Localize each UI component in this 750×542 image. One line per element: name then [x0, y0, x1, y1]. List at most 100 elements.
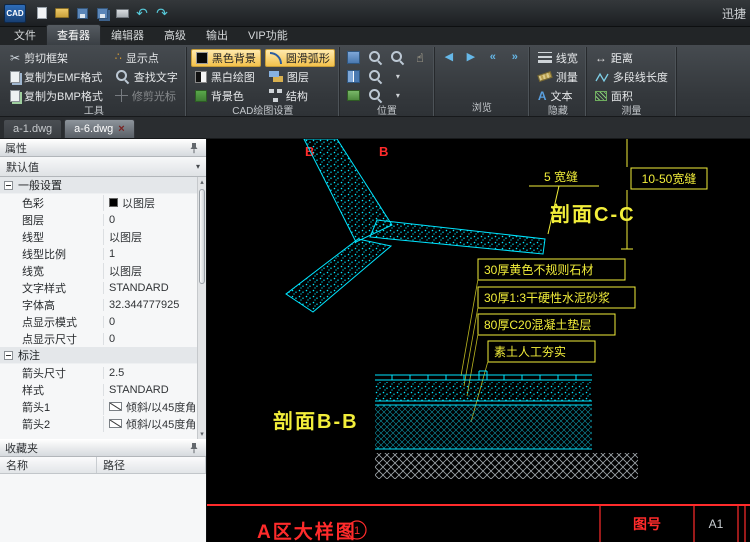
copy-bmp-button[interactable]: 复制为BMP格式 — [6, 87, 107, 105]
measure-toggle-button[interactable]: 测量 — [534, 68, 582, 86]
document-tabs: a-1.dwg a-6.dwg× — [0, 117, 750, 139]
property-row-linetype[interactable]: 线型以图层 — [0, 228, 197, 245]
collapse-icon[interactable] — [4, 181, 13, 190]
area-button[interactable]: 面积 — [591, 87, 637, 105]
zoom-out-button[interactable] — [366, 68, 386, 86]
ribbon-group-measure: ↔距离 多段线长度 面积 测量 — [587, 47, 677, 116]
new-file-button[interactable] — [32, 3, 52, 23]
menu-tab-editor[interactable]: 编辑器 — [101, 25, 154, 45]
zoom-in-button[interactable] — [366, 49, 386, 67]
property-row-ltscale[interactable]: 线型比例1 — [0, 245, 197, 262]
detail-number: 1 — [354, 525, 360, 537]
property-section-general[interactable]: 一般设置 — [0, 177, 197, 194]
collapse-icon[interactable] — [4, 351, 13, 360]
view-options-button[interactable]: ▾ — [388, 87, 408, 105]
viewports-button[interactable] — [344, 49, 364, 67]
show-points-button[interactable]: ∴显示点 — [111, 49, 182, 67]
zoom-window-button[interactable] — [388, 49, 408, 67]
zoom-window-icon — [390, 50, 405, 65]
drawing-title-label: A区大样图 — [257, 520, 357, 542]
text-toggle-button[interactable]: A文本 — [534, 87, 577, 105]
first-view-button[interactable]: « — [483, 49, 503, 67]
preset-dropdown[interactable]: 默认值 ▾ — [0, 157, 206, 177]
doc-tab-a1[interactable]: a-1.dwg — [3, 119, 62, 138]
black-background-button[interactable]: 黑色背景 — [191, 49, 261, 67]
favorites-list[interactable] — [0, 474, 206, 542]
copy-bmp-icon — [10, 90, 20, 102]
menu-tab-output[interactable]: 输出 — [196, 25, 238, 45]
redo-icon: ↷ — [156, 6, 168, 20]
save-all-button[interactable] — [92, 3, 112, 23]
print-icon — [116, 9, 129, 18]
cut-frame-button[interactable]: ✂剪切框架 — [6, 49, 107, 67]
menu-tab-file[interactable]: 文件 — [4, 25, 46, 45]
distance-button[interactable]: ↔距离 — [591, 49, 637, 67]
menu-tab-advanced[interactable]: 高级 — [154, 25, 196, 45]
pin-icon[interactable] — [187, 141, 201, 155]
property-row-pdsize[interactable]: 点显示尺寸0 — [0, 330, 197, 347]
property-row-textstyle[interactable]: 文字样式STANDARD — [0, 279, 197, 296]
open-file-button[interactable] — [52, 3, 72, 23]
polyline-length-button[interactable]: 多段线长度 — [591, 68, 672, 86]
property-row-pdmode[interactable]: 点显示模式0 — [0, 313, 197, 330]
cad-drawing: B B 10-50宽缝 5 宽缝 剖面C-C 30厚黄色不规则石材 30厚1:3… — [207, 139, 750, 542]
area-icon — [595, 91, 607, 101]
titleblock-tuhao-label: 图号 — [633, 516, 661, 532]
preset-value: 默认值 — [6, 159, 39, 175]
app-logo-text: CAD — [6, 9, 23, 18]
property-row-arrow1[interactable]: 箭头1倾斜/以45度角 — [0, 398, 197, 415]
fit-screen-button[interactable] — [344, 87, 364, 105]
structure-button[interactable]: 结构 — [265, 87, 335, 105]
paving-band-lower — [286, 239, 391, 312]
menu-tab-vip[interactable]: VIP功能 — [238, 25, 298, 45]
save-button[interactable] — [72, 3, 92, 23]
favorites-col-name[interactable]: 名称 — [0, 457, 97, 473]
structure-tree-icon — [269, 89, 282, 102]
last-view-button[interactable]: » — [505, 49, 525, 67]
properties-panel: 属性 默认值 ▾ 一般设置 色彩以图层 图层0 线型以图层 线型比例1 线宽以图… — [0, 139, 207, 542]
find-text-button[interactable]: 查找文字 — [111, 68, 182, 86]
property-row-arrowsize[interactable]: 箭头尺寸2.5 — [0, 364, 197, 381]
zoom-extents-button[interactable] — [366, 87, 386, 105]
favorites-col-path[interactable]: 路径 — [97, 457, 206, 473]
close-tab-icon[interactable]: × — [118, 124, 124, 135]
scrollbar-thumb[interactable] — [199, 189, 205, 284]
property-grid-scrollbar[interactable]: ▴ ▾ — [197, 177, 206, 439]
section-marker-b-right: B — [379, 144, 388, 159]
redo-button[interactable]: ↷ — [152, 3, 172, 23]
property-row-arrow2[interactable]: 箭头2倾斜/以45度角 — [0, 415, 197, 432]
layers-button[interactable]: 图层 — [265, 68, 335, 86]
lineweight-toggle-button[interactable]: 线宽 — [534, 49, 582, 67]
property-row-dimstyle[interactable]: 样式STANDARD — [0, 381, 197, 398]
property-row-lineweight[interactable]: 线宽以图层 — [0, 262, 197, 279]
viewports-split-button[interactable] — [344, 68, 364, 86]
color-swatch — [109, 198, 118, 207]
layers-icon — [269, 70, 283, 83]
scroll-down-icon[interactable]: ▾ — [198, 429, 206, 439]
open-folder-icon — [55, 8, 69, 18]
drawing-canvas[interactable]: B B 10-50宽缝 5 宽缝 剖面C-C 30厚黄色不规则石材 30厚1:3… — [207, 139, 750, 542]
bw-drawing-button[interactable]: 黑白绘图 — [191, 68, 261, 86]
chevron-down-icon: ▾ — [396, 91, 400, 100]
double-arrow-right-icon: » — [512, 52, 518, 63]
zoom-options-button[interactable]: ▾ — [388, 68, 408, 86]
property-row-layer[interactable]: 图层0 — [0, 211, 197, 228]
undo-button[interactable]: ↶ — [132, 3, 152, 23]
trim-cursor-button[interactable]: 修剪光标 — [111, 87, 182, 105]
print-button[interactable] — [112, 3, 132, 23]
ribbon-group-hide: 线宽 测量 A文本 隐藏 — [530, 47, 587, 116]
prev-view-button[interactable]: ◀ — [439, 49, 459, 67]
copy-emf-button[interactable]: 复制为EMF格式 — [6, 68, 107, 86]
background-color-button[interactable]: 背景色 — [191, 87, 261, 105]
pin-icon[interactable] — [187, 441, 201, 455]
property-row-textheight[interactable]: 字体高32.344777925 — [0, 296, 197, 313]
doc-tab-a6[interactable]: a-6.dwg× — [64, 119, 135, 138]
next-view-button[interactable]: ▶ — [461, 49, 481, 67]
smooth-arc-button[interactable]: 圆滑弧形 — [265, 49, 335, 67]
property-row-color[interactable]: 色彩以图层 — [0, 194, 197, 211]
menu-tab-viewer[interactable]: 查看器 — [46, 24, 101, 45]
arc-icon — [270, 52, 282, 64]
property-section-dimension[interactable]: 标注 — [0, 347, 197, 364]
scroll-up-icon[interactable]: ▴ — [198, 177, 206, 187]
pan-button[interactable]: ☝ — [410, 49, 430, 67]
